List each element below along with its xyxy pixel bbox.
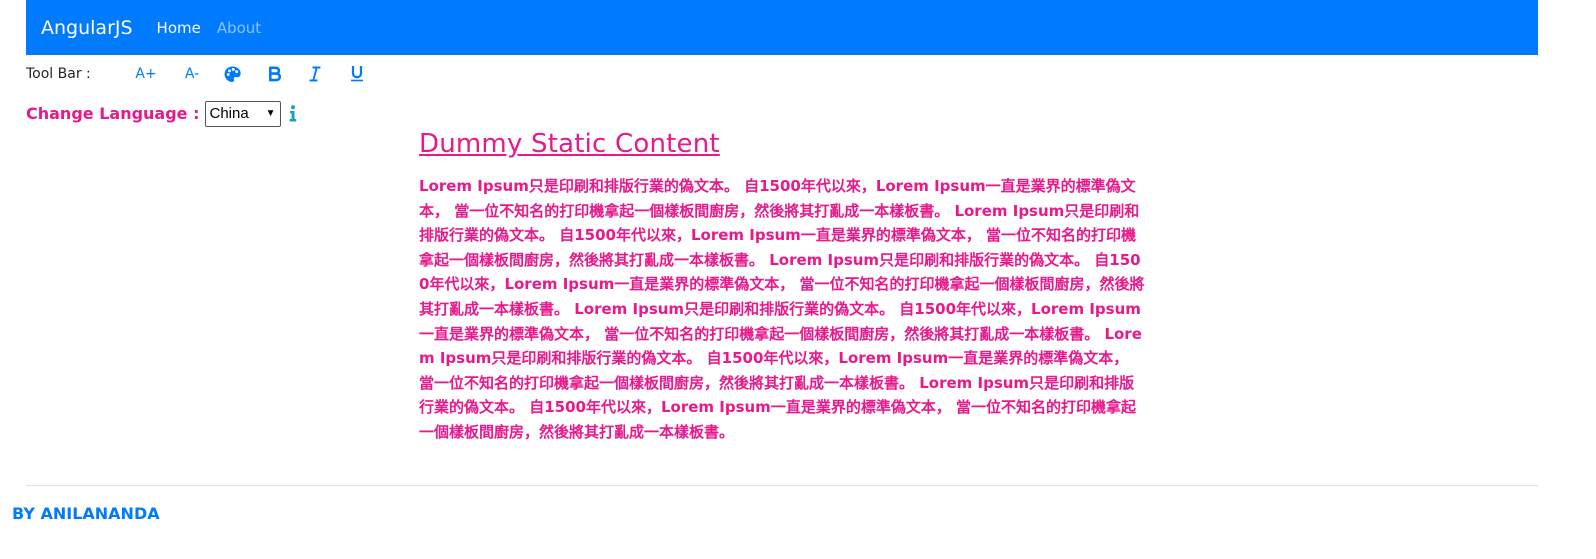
- info-icon[interactable]: [289, 105, 297, 122]
- page: AngularJS Home About Tool Bar : A+ A- Ch…: [0, 0, 1596, 559]
- content-title: Dummy Static Content: [419, 129, 720, 159]
- bold-icon[interactable]: [265, 62, 285, 86]
- toolbar-label: Tool Bar :: [26, 66, 91, 82]
- top-navbar: AngularJS Home About: [26, 0, 1538, 55]
- underline-icon[interactable]: [347, 62, 367, 86]
- italic-icon[interactable]: [305, 62, 325, 86]
- language-select[interactable]: China ▼: [204, 100, 281, 127]
- chevron-down-icon: ▼: [265, 108, 276, 119]
- toolbar: Tool Bar : A+ A-: [26, 62, 367, 86]
- palette-icon[interactable]: [222, 62, 242, 86]
- nav-link-home[interactable]: Home: [157, 19, 201, 37]
- brand-link[interactable]: AngularJS: [41, 17, 133, 39]
- language-row: Change Language : China ▼: [26, 100, 297, 127]
- footer-credit[interactable]: BY ANILANANDA: [12, 504, 160, 523]
- footer-divider: [26, 485, 1538, 486]
- language-selected-value: China: [209, 105, 249, 122]
- main-content: Dummy Static Content Lorem Ipsum只是印刷和排版行…: [419, 128, 1146, 445]
- decrease-font-button[interactable]: A-: [177, 62, 207, 86]
- increase-font-button[interactable]: A+: [131, 62, 161, 86]
- change-language-label: Change Language :: [26, 104, 200, 123]
- content-body: Lorem Ipsum只是印刷和排版行業的偽文本。 自1500年代以來，Lore…: [419, 177, 1145, 441]
- nav-link-about[interactable]: About: [217, 19, 261, 37]
